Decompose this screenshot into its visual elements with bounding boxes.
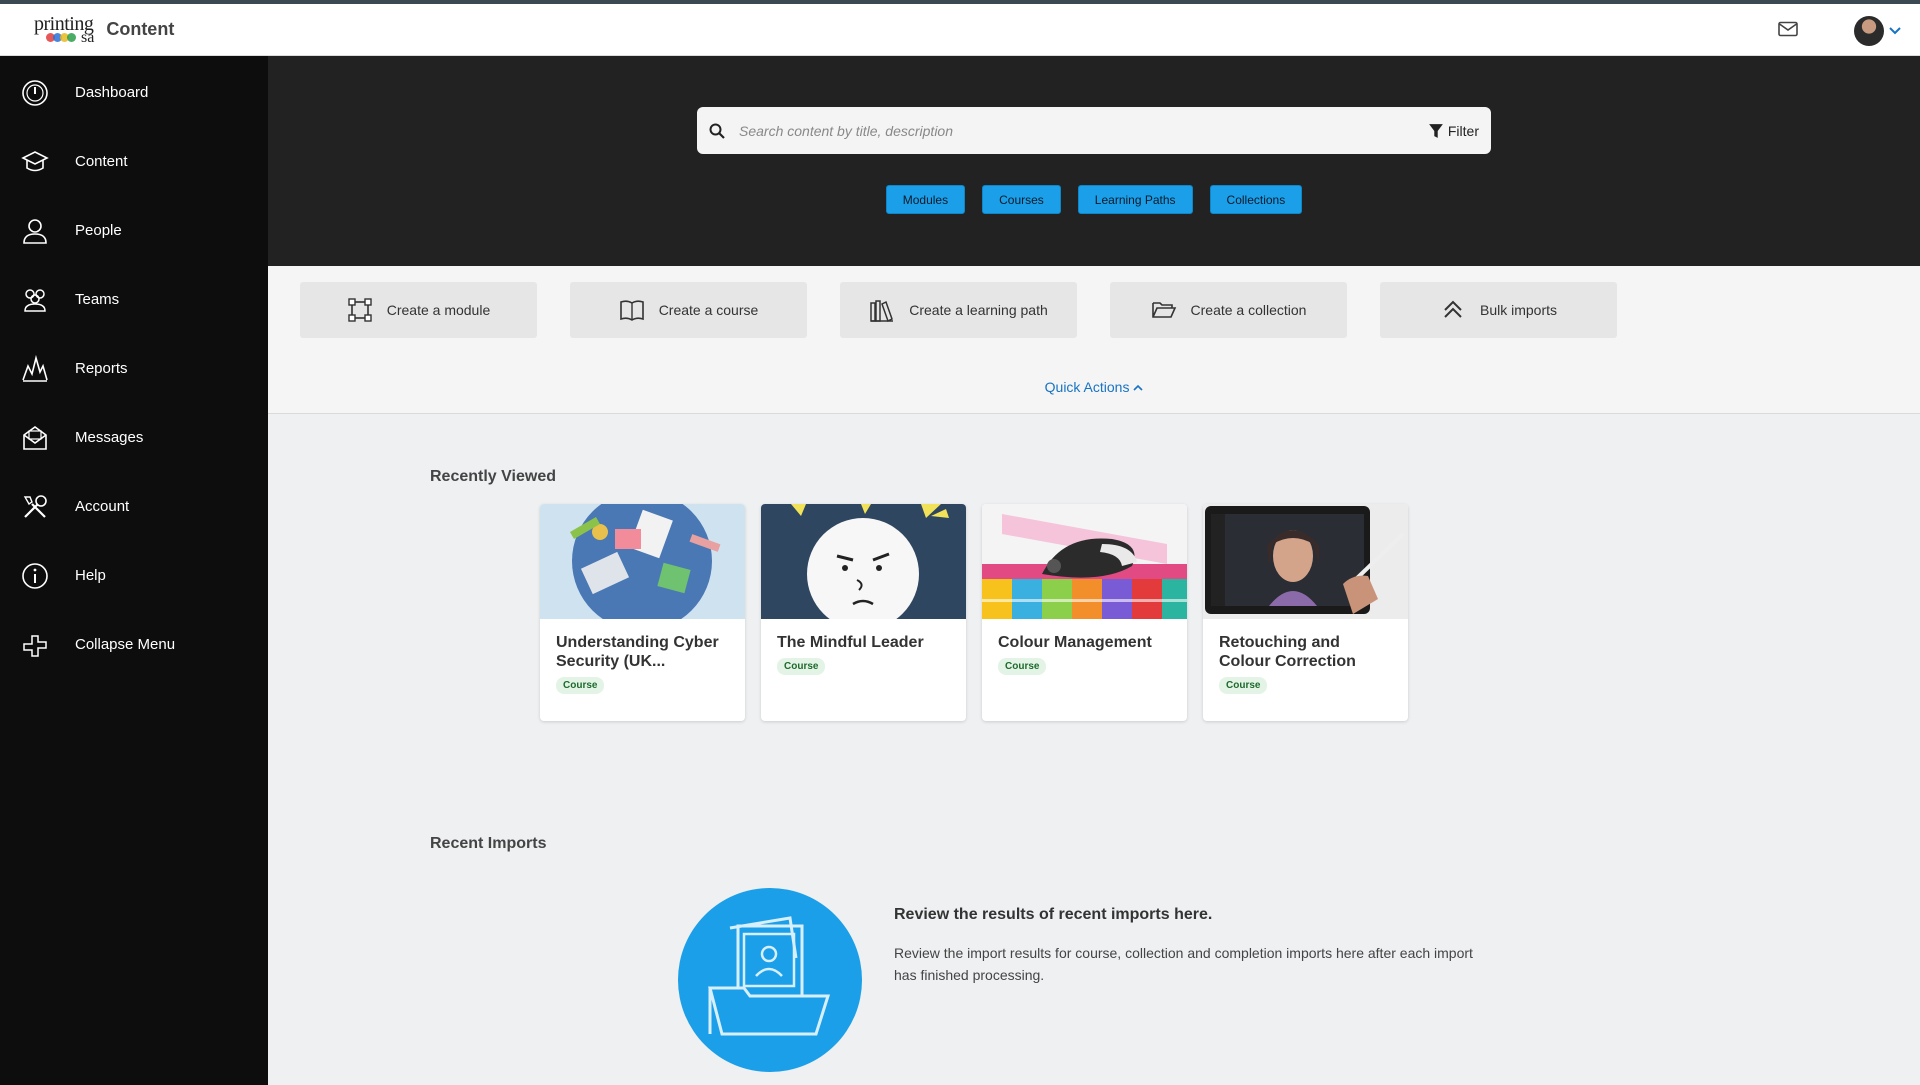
sidebar-item-label: Messages [75,429,144,446]
card-thumbnail [1203,504,1408,619]
chip-courses[interactable]: Courses [982,185,1061,214]
imports-heading: Review the results of recent imports her… [894,906,1213,923]
collapse-icon [23,634,47,657]
chevron-down-icon[interactable] [1888,26,1902,36]
content-type-badge: Course [777,658,826,675]
sidebar-item-label: Account [75,498,130,515]
search-bar: Filter [697,107,1491,154]
content-card[interactable]: Understanding Cyber Security (UK... Cour… [540,504,745,721]
card-thumbnail [540,504,745,619]
dashboard-icon [22,79,48,106]
filter-button[interactable]: Filter [1428,123,1479,139]
quick-actions-panel: Create a module Create a course Create a… [268,266,1920,414]
create-learning-path-button[interactable]: Create a learning path [840,282,1077,338]
main-content: Filter Modules Courses Learning Paths Co… [268,56,1920,1085]
app-title: Content [106,19,175,39]
imports-description: Review the import results for course, co… [894,945,1473,983]
search-input[interactable] [739,122,1428,139]
sidebar-item-account[interactable]: Account [0,472,268,541]
library-icon [870,300,894,323]
info-icon [22,562,48,589]
person-icon [23,218,47,244]
card-thumbnail [761,504,966,619]
sidebar-item-reports[interactable]: Reports [0,334,268,403]
sidebar-item-collapse-menu[interactable]: Collapse Menu [0,610,268,679]
reports-icon [22,354,48,382]
filter-icon [1429,123,1443,138]
sidebar-item-messages[interactable]: Messages [0,403,268,472]
quick-action-label: Create a course [658,301,759,318]
filter-label: Filter [1447,122,1479,139]
card-thumbnail [982,504,1187,619]
chip-learning-paths[interactable]: Learning Paths [1077,185,1193,214]
content-card[interactable]: Retouching and Colour Correction Course [1203,504,1408,721]
card-title: Understanding Cyber Security (UK... [556,634,719,670]
chevron-up-icon [1133,384,1143,391]
create-module-button[interactable]: Create a module [300,282,537,338]
chip-collections[interactable]: Collections [1209,185,1303,214]
top-bar: printing sa Content [0,0,1920,56]
recently-viewed-title: Recently Viewed [430,468,556,485]
sidebar-item-label: Collapse Menu [75,636,176,653]
sidebar-item-help[interactable]: Help [0,541,268,610]
printing-sa-logo[interactable]: printing sa [34,14,94,46]
logo-dot [67,33,76,42]
card-title: Colour Management [998,634,1152,651]
content-card[interactable]: Colour Management Course [982,504,1187,721]
folder-image-icon [708,916,831,1036]
card-title: Retouching and Colour Correction [1219,634,1356,670]
quick-action-label: Create a learning path [909,301,1048,318]
sidebar: Dashboard Content People Teams Reports M… [0,56,268,1085]
card-title: The Mindful Leader [777,634,924,651]
imports-illustration [678,888,862,1072]
graduation-cap-icon [21,150,49,171]
tools-icon [23,494,47,518]
create-course-button[interactable]: Create a course [570,282,807,338]
recent-imports-title: Recent Imports [430,835,547,852]
content-card[interactable]: The Mindful Leader Course [761,504,966,721]
quick-action-label: Create a collection [1190,301,1307,318]
envelope-icon[interactable] [1778,21,1798,42]
sidebar-item-people[interactable]: People [0,196,268,265]
sidebar-item-label: Content [75,153,128,170]
sidebar-item-label: Teams [75,291,120,308]
sidebar-item-teams[interactable]: Teams [0,265,268,334]
team-icon [24,288,46,312]
bulk-imports-button[interactable]: Bulk imports [1380,282,1617,338]
recently-viewed-cards: Understanding Cyber Security (UK... Cour… [540,504,1408,721]
quick-action-label: Bulk imports [1479,301,1558,318]
content-type-badge: Course [998,658,1047,675]
double-chevron-up-icon [1444,300,1462,318]
sidebar-item-label: Reports [75,360,128,377]
envelope-open-icon [23,425,47,450]
search-hero: Filter Modules Courses Learning Paths Co… [268,56,1920,266]
chip-modules[interactable]: Modules [885,185,966,214]
module-icon [348,298,372,322]
content-type-chips: Modules Courses Learning Paths Collectio… [268,185,1920,214]
folder-open-icon [1151,302,1176,318]
logo-text-line2: sa [81,28,95,46]
user-menu[interactable] [1854,16,1902,46]
book-icon [619,300,644,321]
sidebar-item-label: Dashboard [75,84,149,101]
content-type-badge: Course [1219,677,1268,694]
sidebar-item-dashboard[interactable]: Dashboard [0,58,268,127]
search-icon [709,123,725,139]
quick-action-label: Create a module [386,301,491,318]
quick-actions-toggle-label: Quick Actions [1044,379,1130,395]
sidebar-item-label: Help [75,567,106,584]
avatar[interactable] [1854,16,1884,46]
sidebar-item-label: People [75,222,122,239]
quick-actions-toggle[interactable]: Quick Actions [268,379,1920,395]
sidebar-item-content[interactable]: Content [0,127,268,196]
content-type-badge: Course [556,677,605,694]
create-collection-button[interactable]: Create a collection [1110,282,1347,338]
